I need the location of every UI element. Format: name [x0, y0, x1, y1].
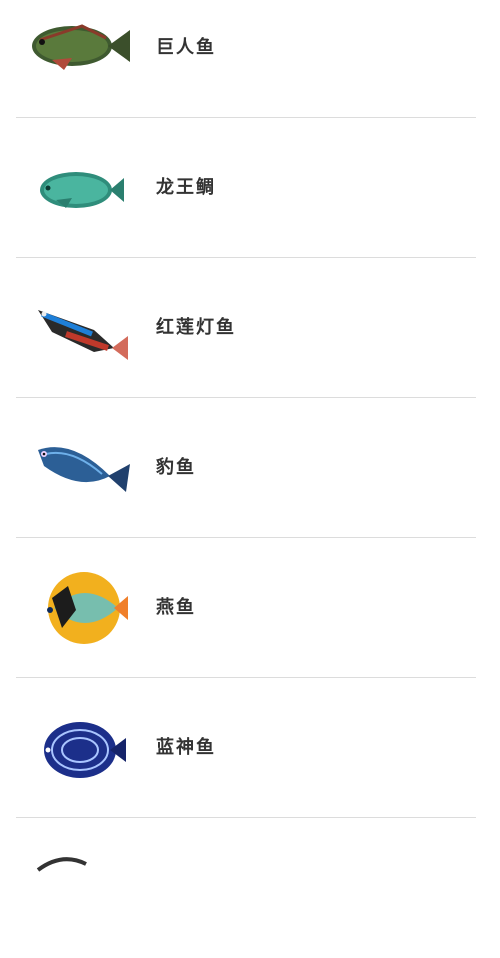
striped-fish-icon: [22, 0, 134, 96]
emperor-angelfish-icon: [22, 700, 134, 796]
list-item[interactable]: 巨人鱼: [0, 0, 500, 118]
fish-list: 巨人鱼 龙王鲷 红莲灯鱼 豹鱼 燕鱼 蓝神鱼: [0, 0, 500, 958]
fish-name: 燕鱼: [156, 597, 196, 618]
fish-icon-partial: [22, 840, 134, 936]
list-item[interactable]: 红莲灯鱼: [0, 258, 500, 398]
fish-name: 红莲灯鱼: [156, 317, 236, 338]
fish-name: 龙王鲷: [156, 177, 216, 198]
list-item[interactable]: 蓝神鱼: [0, 678, 500, 818]
fish-name: 豹鱼: [156, 457, 196, 478]
neon-tetra-icon: [22, 280, 134, 376]
blue-spotted-fish-icon: [22, 420, 134, 516]
angelfish-yellow-icon: [22, 560, 134, 656]
list-item[interactable]: 豹鱼: [0, 398, 500, 538]
fish-name: 蓝神鱼: [156, 737, 216, 758]
list-item[interactable]: [0, 818, 500, 958]
list-item[interactable]: 龙王鲷: [0, 118, 500, 258]
list-item[interactable]: 燕鱼: [0, 538, 500, 678]
green-wrasse-icon: [22, 140, 134, 236]
fish-name: 巨人鱼: [156, 37, 216, 58]
